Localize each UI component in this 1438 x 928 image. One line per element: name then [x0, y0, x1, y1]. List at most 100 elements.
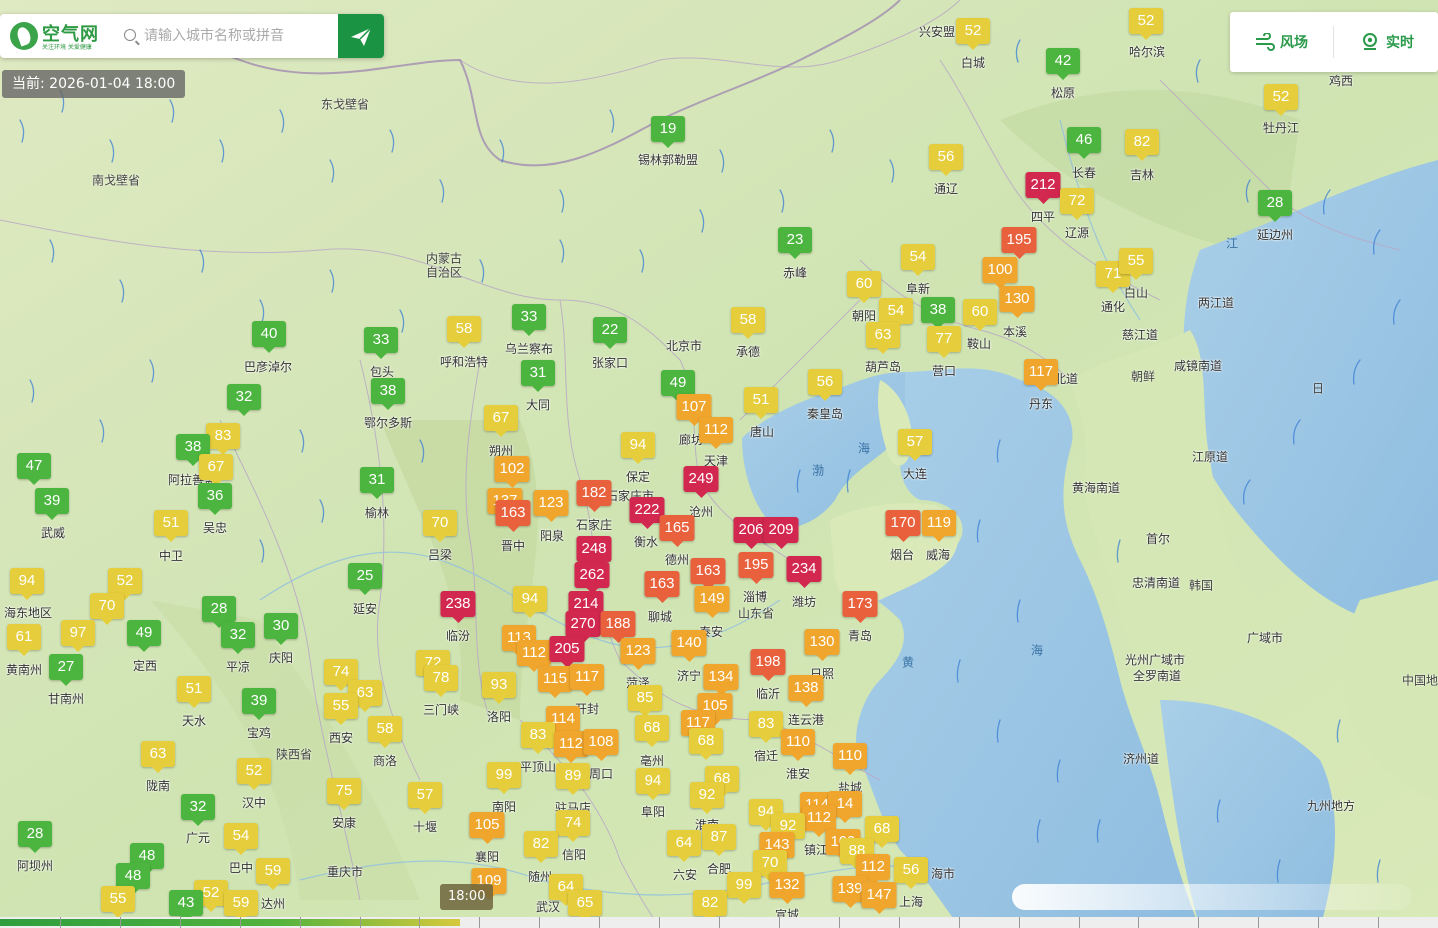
- aqi-marker[interactable]: 163: [690, 558, 726, 590]
- aqi-marker[interactable]: 57: [408, 782, 442, 814]
- aqi-marker[interactable]: 110: [781, 729, 815, 761]
- aqi-marker[interactable]: 99: [727, 872, 761, 904]
- aqi-marker[interactable]: 25: [348, 563, 382, 595]
- aqi-marker[interactable]: 59: [256, 858, 290, 890]
- air-quality-map[interactable]: 东戈壁省 南戈壁省 内蒙古 自治区 陕西省 山东省 朝鲜 韩国日中国地海渤黄海江兴安盟 白城 哈尔…: [0, 0, 1438, 928]
- aqi-marker[interactable]: 57: [898, 429, 932, 461]
- aqi-marker[interactable]: 75: [327, 778, 361, 810]
- aqi-marker[interactable]: 94: [621, 432, 655, 464]
- aqi-marker[interactable]: 55: [101, 886, 135, 918]
- aqi-marker[interactable]: 61: [7, 624, 41, 656]
- aqi-marker[interactable]: 188: [600, 611, 636, 643]
- aqi-marker[interactable]: 36: [198, 483, 232, 515]
- aqi-marker[interactable]: 83: [749, 711, 783, 743]
- aqi-marker[interactable]: 83: [206, 423, 240, 455]
- aqi-marker[interactable]: 43: [169, 890, 203, 922]
- aqi-marker[interactable]: 97: [61, 620, 95, 652]
- aqi-marker[interactable]: 68: [635, 715, 669, 747]
- aqi-marker[interactable]: 123: [533, 490, 569, 522]
- aqi-marker[interactable]: 82: [1125, 129, 1159, 161]
- aqi-marker[interactable]: 28: [18, 821, 52, 853]
- aqi-marker[interactable]: 123: [620, 638, 656, 670]
- aqi-marker[interactable]: 39: [35, 488, 69, 520]
- aqi-marker[interactable]: 110: [833, 743, 867, 775]
- wind-field-button[interactable]: 风场: [1254, 30, 1308, 54]
- aqi-marker[interactable]: 238: [440, 591, 476, 623]
- aqi-marker[interactable]: 165: [659, 515, 695, 547]
- aqi-marker[interactable]: 140: [671, 630, 707, 662]
- aqi-marker[interactable]: 132: [769, 872, 805, 904]
- aqi-marker[interactable]: 56: [894, 857, 928, 889]
- aqi-marker[interactable]: 182: [576, 480, 612, 512]
- aqi-marker[interactable]: 83: [521, 722, 555, 754]
- aqi-marker[interactable]: 58: [731, 307, 765, 339]
- aqi-marker[interactable]: 234: [786, 556, 822, 588]
- aqi-marker[interactable]: 54: [901, 244, 935, 276]
- aqi-marker[interactable]: 58: [447, 316, 481, 348]
- aqi-marker[interactable]: 115: [538, 666, 572, 698]
- aqi-marker[interactable]: 85: [628, 685, 662, 717]
- aqi-marker[interactable]: 205: [549, 636, 585, 668]
- aqi-marker[interactable]: 212: [1025, 172, 1061, 204]
- aqi-marker[interactable]: 31: [360, 467, 394, 499]
- aqi-marker[interactable]: 94: [10, 568, 44, 600]
- aqi-marker[interactable]: 149: [694, 586, 730, 618]
- aqi-marker[interactable]: 77: [927, 326, 961, 358]
- city-search-input[interactable]: [144, 24, 334, 48]
- aqi-marker[interactable]: 49: [661, 370, 695, 402]
- aqi-marker[interactable]: 262: [574, 562, 610, 594]
- aqi-marker[interactable]: 58: [368, 716, 402, 748]
- aqi-marker[interactable]: 63: [866, 322, 900, 354]
- aqi-marker[interactable]: 209: [763, 517, 799, 549]
- aqi-marker[interactable]: 52: [237, 758, 271, 790]
- aqi-marker[interactable]: 68: [689, 728, 723, 760]
- aqi-marker[interactable]: 55: [1119, 248, 1153, 280]
- aqi-marker[interactable]: 147: [861, 882, 897, 914]
- aqi-marker[interactable]: 64: [667, 830, 701, 862]
- aqi-marker[interactable]: 248: [576, 536, 612, 568]
- aqi-marker[interactable]: 195: [1001, 227, 1037, 259]
- aqi-marker[interactable]: 112: [802, 805, 836, 837]
- aqi-marker[interactable]: 70: [423, 510, 457, 542]
- aqi-marker[interactable]: 40: [252, 321, 286, 353]
- aqi-marker[interactable]: 87: [702, 824, 736, 856]
- aqi-marker[interactable]: 198: [750, 649, 786, 681]
- aqi-marker[interactable]: 112: [699, 417, 733, 449]
- aqi-marker[interactable]: 32: [221, 622, 255, 654]
- timeline-bar[interactable]: [0, 917, 1438, 928]
- aqi-marker[interactable]: 130: [999, 286, 1035, 318]
- aqi-marker[interactable]: 100: [982, 257, 1018, 289]
- aqi-marker[interactable]: 119: [922, 510, 956, 542]
- aqi-marker[interactable]: 195: [738, 552, 774, 584]
- aqi-marker[interactable]: 54: [224, 823, 258, 855]
- aqi-marker[interactable]: 56: [929, 144, 963, 176]
- aqi-marker[interactable]: 92: [690, 782, 724, 814]
- aqi-marker[interactable]: 38: [371, 378, 405, 410]
- aqi-marker[interactable]: 102: [494, 456, 530, 488]
- aqi-marker[interactable]: 32: [181, 794, 215, 826]
- aqi-marker[interactable]: 117: [570, 664, 604, 696]
- aqi-marker[interactable]: 270: [565, 611, 601, 643]
- aqi-marker[interactable]: 30: [264, 613, 298, 645]
- aqi-marker[interactable]: 52: [108, 568, 142, 600]
- aqi-marker[interactable]: 51: [154, 510, 188, 542]
- aqi-marker[interactable]: 22: [593, 317, 627, 349]
- aqi-marker[interactable]: 49: [127, 620, 161, 652]
- aqi-marker[interactable]: 163: [495, 500, 531, 532]
- aqi-marker[interactable]: 173: [842, 591, 878, 623]
- aqi-marker[interactable]: 78: [424, 665, 458, 697]
- aqi-marker[interactable]: 134: [703, 664, 739, 696]
- aqi-marker[interactable]: 42: [1046, 48, 1080, 80]
- aqi-marker[interactable]: 67: [484, 405, 518, 437]
- aqi-marker[interactable]: 63: [141, 741, 175, 773]
- aqi-marker[interactable]: 31: [521, 360, 555, 392]
- aqi-marker[interactable]: 46: [1067, 127, 1101, 159]
- aqi-marker[interactable]: 65: [568, 890, 602, 922]
- aqi-marker[interactable]: 33: [364, 327, 398, 359]
- search-submit-button[interactable]: [338, 14, 384, 58]
- aqi-marker[interactable]: 47: [17, 453, 51, 485]
- realtime-button[interactable]: 实时: [1360, 30, 1414, 54]
- aqi-marker[interactable]: 89: [556, 763, 590, 795]
- aqi-marker[interactable]: 32: [227, 384, 261, 416]
- aqi-marker[interactable]: 67: [199, 454, 233, 486]
